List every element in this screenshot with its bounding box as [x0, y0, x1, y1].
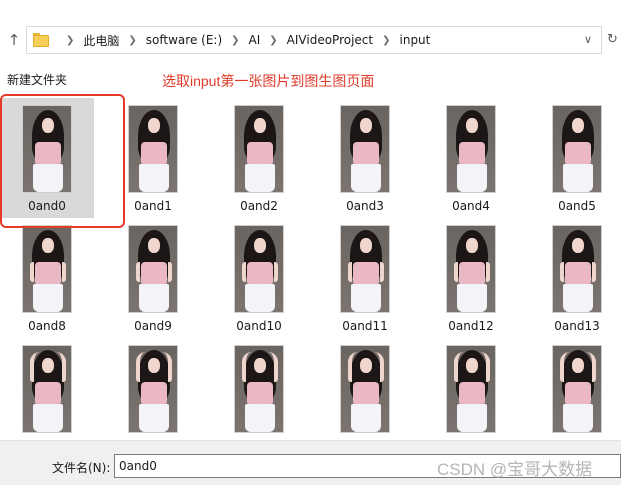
image-thumbnail [340, 225, 390, 313]
image-thumbnail [446, 345, 496, 433]
breadcrumb-this-pc[interactable]: 此电脑 [83, 32, 119, 49]
up-arrow-icon[interactable]: ↑ [6, 31, 22, 49]
file-item[interactable]: 0and3 [318, 98, 412, 218]
file-item[interactable]: 0and10 [212, 218, 306, 338]
chevron-right-icon: ❯ [231, 34, 240, 46]
image-thumbnail [128, 105, 178, 193]
image-thumbnail [552, 105, 602, 193]
image-thumbnail [446, 225, 496, 313]
image-thumbnail [128, 225, 178, 313]
file-name-label: 0and13 [554, 319, 600, 333]
image-thumbnail [22, 345, 72, 433]
file-item[interactable]: 0and12 [424, 218, 518, 338]
file-name-label: 0and5 [558, 199, 596, 213]
breadcrumb-input[interactable]: input [400, 33, 431, 47]
annotation-note: 选取input第一张图片到图生图页面 [162, 73, 375, 89]
new-folder-button[interactable]: 新建文件夹 [7, 71, 67, 88]
breadcrumb-drive[interactable]: software (E:) [146, 33, 222, 47]
file-name-label: 0and12 [448, 319, 494, 333]
file-item[interactable] [212, 338, 306, 440]
breadcrumb-ai[interactable]: AI [249, 33, 261, 47]
folder-icon [33, 33, 49, 47]
image-thumbnail [234, 105, 284, 193]
file-item[interactable]: 0and4 [424, 98, 518, 218]
breadcrumb: ❯ 此电脑 ❯ software (E:) ❯ AI ❯ AIVideoProj… [57, 27, 430, 53]
image-thumbnail [446, 105, 496, 193]
image-thumbnail [340, 345, 390, 433]
file-name-label: 0and9 [134, 319, 172, 333]
image-thumbnail [552, 225, 602, 313]
file-name-label: 0and8 [28, 319, 66, 333]
file-item[interactable] [0, 338, 94, 440]
file-name-label: 0and3 [346, 199, 384, 213]
chevron-right-icon: ❯ [269, 34, 278, 46]
file-item[interactable] [318, 338, 412, 440]
file-name-label: 0and2 [240, 199, 278, 213]
address-bar[interactable]: ❯ 此电脑 ❯ software (E:) ❯ AI ❯ AIVideoProj… [26, 26, 602, 54]
file-item[interactable]: 0and2 [212, 98, 306, 218]
chevron-right-icon: ❯ [382, 34, 391, 46]
image-thumbnail [234, 345, 284, 433]
file-item[interactable] [106, 338, 200, 440]
file-name-label: 0and11 [342, 319, 388, 333]
breadcrumb-aivideoproject[interactable]: AIVideoProject [287, 33, 373, 47]
file-name-label: 0and10 [236, 319, 282, 333]
watermark: CSDN @宝哥大数据 [437, 460, 593, 479]
refresh-icon[interactable]: ↻ [607, 30, 621, 50]
chevron-right-icon: ❯ [66, 34, 75, 46]
file-item[interactable]: 0and5 [530, 98, 621, 218]
image-thumbnail [552, 345, 602, 433]
file-item[interactable] [424, 338, 518, 440]
file-item[interactable]: 0and13 [530, 218, 621, 338]
image-thumbnail [234, 225, 284, 313]
file-item[interactable]: 0and8 [0, 218, 94, 338]
filename-label: 文件名(N): [52, 461, 111, 475]
image-thumbnail [128, 345, 178, 433]
file-item[interactable]: 0and9 [106, 218, 200, 338]
image-thumbnail [340, 105, 390, 193]
chevron-down-icon[interactable]: ∨ [581, 32, 595, 48]
address-toolbar: ↑ ❯ 此电脑 ❯ software (E:) ❯ AI ❯ AIVideoPr… [0, 0, 621, 60]
file-name-label: 0and4 [452, 199, 490, 213]
file-item[interactable] [530, 338, 621, 440]
image-thumbnail [22, 225, 72, 313]
chevron-right-icon: ❯ [128, 34, 137, 46]
annotation-highlight-box [0, 94, 125, 228]
file-item[interactable]: 0and11 [318, 218, 412, 338]
